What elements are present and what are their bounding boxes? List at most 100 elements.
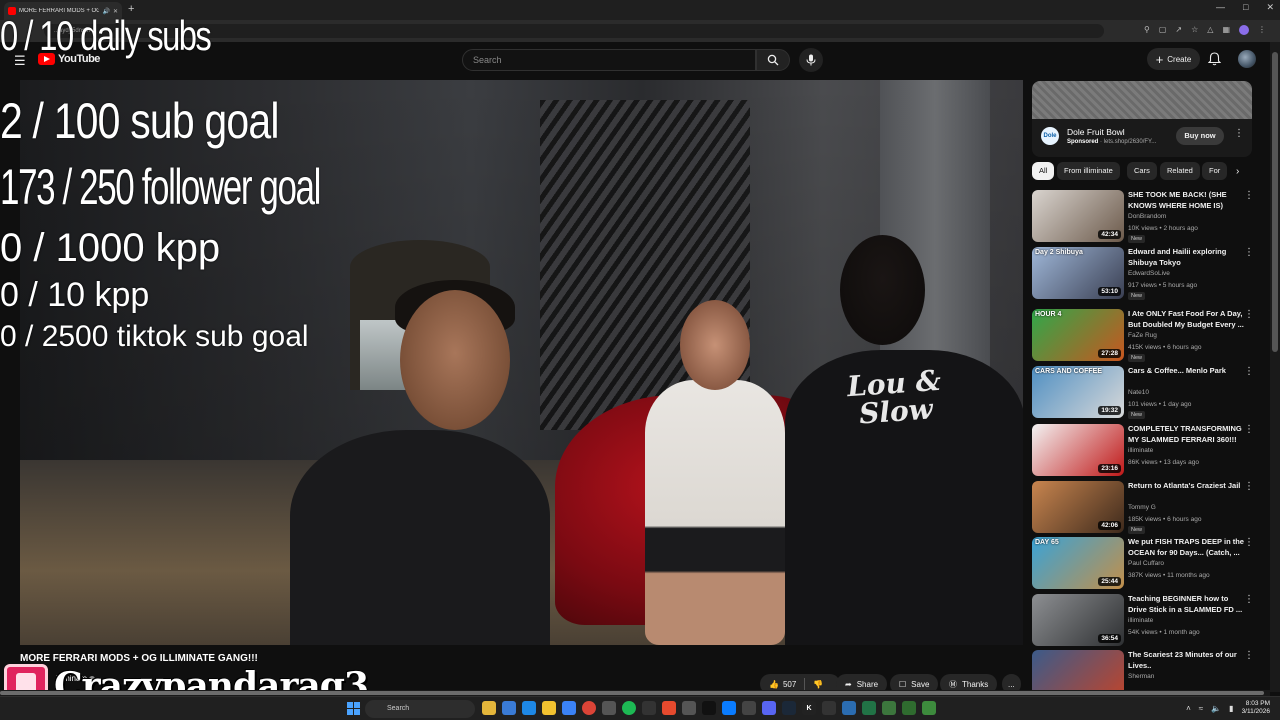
more-options-icon[interactable]: ⋮ [1244, 481, 1254, 492]
recommended-video[interactable]: CARS AND COFFEE 19:32 Cars & Coffee... Men… [1032, 366, 1257, 420]
bookmark-star-icon[interactable]: ☆ [1191, 25, 1198, 35]
extensions-icon[interactable]: △ [1207, 25, 1213, 35]
recommended-video[interactable]: DAY 65 25:44 We put FISH TRAPS DEEP in the… [1032, 537, 1257, 591]
recommended-video[interactable]: 36:54 Teaching BEGINNER how to Drive Stic… [1032, 594, 1257, 648]
recommended-video[interactable]: Day 2 Shibuya 53:10 Edward and Hailii expl… [1032, 247, 1257, 301]
recommended-video-title[interactable]: Edward and Hailii exploring Shibuya Toky… [1128, 247, 1244, 268]
recommended-video[interactable]: 42:34 SHE TOOK ME BACK! (SHE KNOWS WHERE … [1032, 190, 1257, 244]
minecraft-icon[interactable] [922, 701, 936, 715]
spotify-icon[interactable] [622, 701, 636, 715]
voice-search-button[interactable] [799, 48, 823, 72]
recommended-video-title[interactable]: COMPLETELY TRANSFORMING MY SLAMMED FERRA… [1128, 424, 1244, 445]
recommended-video-channel[interactable]: illiminate [1128, 617, 1153, 624]
taskbar-app-icon[interactable] [842, 701, 856, 715]
recommended-video-channel[interactable]: EdwardSoLive [1128, 270, 1170, 277]
recommended-video[interactable]: 23:16 COMPLETELY TRANSFORMING MY SLAMMED … [1032, 424, 1257, 478]
recommended-video[interactable]: 42:06 Return to Atlanta's Craziest Jail To… [1032, 481, 1257, 535]
buy-now-button[interactable]: Buy now [1176, 127, 1224, 145]
like-button[interactable]: 👍 507 [769, 680, 796, 689]
more-options-icon[interactable]: ⋮ [1244, 650, 1254, 661]
battery-icon[interactable]: ▮ [1229, 704, 1233, 713]
video-thumbnail[interactable]: 42:06 [1032, 481, 1124, 533]
recommended-video-title[interactable]: I Ate ONLY Fast Food For A Day, But Doub… [1128, 309, 1244, 330]
close-window-icon[interactable]: ✕ [1266, 2, 1274, 13]
chip-related[interactable]: Related [1160, 162, 1200, 180]
taskbar-app-icon[interactable] [722, 701, 736, 715]
taskbar-app-icon[interactable] [482, 701, 496, 715]
more-options-icon[interactable]: ⋮ [1244, 190, 1254, 201]
recommended-video-title[interactable]: Teaching BEGINNER how to Drive Stick in … [1128, 594, 1244, 615]
taskbar-app-icon[interactable] [602, 701, 616, 715]
taskbar-app-icon[interactable] [862, 701, 876, 715]
horizontal-scrollbar-thumb[interactable] [0, 691, 1264, 695]
video-thumbnail[interactable]: 23:16 [1032, 424, 1124, 476]
more-options-icon[interactable]: ⋮ [1244, 247, 1254, 258]
more-options-icon[interactable]: ⋮ [1244, 424, 1254, 435]
chevron-right-icon[interactable]: › [1236, 166, 1239, 177]
chip-cars[interactable]: Cars [1127, 162, 1157, 180]
page-scrollbar[interactable] [1270, 42, 1280, 692]
recommended-video-channel[interactable]: DonBrandom [1128, 213, 1166, 220]
chip-all[interactable]: All [1032, 162, 1055, 180]
clock[interactable]: 8:03 PM 3/11/2026 [1242, 700, 1270, 716]
taskbar-app-icon[interactable]: K [802, 701, 816, 715]
taskbar-app-icon[interactable] [522, 701, 536, 715]
tiktok-icon[interactable] [702, 701, 716, 715]
zoom-icon[interactable]: ⚲ [1144, 25, 1150, 35]
minimize-icon[interactable]: — [1216, 2, 1225, 13]
recommended-video[interactable]: HOUR 4 27:28 I Ate ONLY Fast Food For A Da… [1032, 309, 1257, 363]
steam-icon[interactable] [782, 701, 796, 715]
video-thumbnail[interactable]: Day 2 Shibuya 53:10 [1032, 247, 1124, 299]
taskbar-app-icon[interactable] [682, 701, 696, 715]
recommended-video-title[interactable]: Return to Atlanta's Craziest Jail [1128, 481, 1244, 492]
recommended-video-channel[interactable]: Nate10 [1128, 389, 1149, 396]
file-explorer-icon[interactable] [542, 701, 556, 715]
scrollbar-thumb[interactable] [1272, 52, 1278, 352]
create-button[interactable]: + Create [1147, 48, 1200, 70]
discord-icon[interactable] [762, 701, 776, 715]
taskbar-app-icon[interactable] [902, 701, 916, 715]
taskbar-app-icon[interactable] [562, 701, 576, 715]
browser-profile-avatar[interactable] [1239, 25, 1249, 35]
video-thumbnail[interactable]: CARS AND COFFEE 19:32 [1032, 366, 1124, 418]
recommended-video-title[interactable]: Cars & Coffee... Menlo Park [1128, 366, 1244, 377]
search-input[interactable]: Search [462, 49, 756, 71]
recommended-video-channel[interactable]: Tommy G [1128, 504, 1156, 511]
more-options-icon[interactable]: ⋮ [1244, 366, 1254, 377]
recommended-video-channel[interactable]: illiminate [1128, 447, 1153, 454]
sidepanel-icon[interactable]: ▦ [1222, 25, 1230, 35]
notifications-bell-icon[interactable] [1208, 52, 1221, 66]
taskbar-app-icon[interactable] [882, 701, 896, 715]
thumbs-down-icon[interactable]: 👎 [813, 680, 823, 689]
more-options-icon[interactable]: ⋮ [1244, 309, 1254, 320]
cast-icon[interactable]: ▢ [1159, 25, 1167, 35]
recommended-video-title[interactable]: We put FISH TRAPS DEEP in the OCEAN for … [1128, 537, 1244, 558]
video-thumbnail[interactable]: HOUR 4 27:28 [1032, 309, 1124, 361]
chip-from-illiminate[interactable]: From illiminate [1057, 162, 1120, 180]
recommended-video-title[interactable]: SHE TOOK ME BACK! (SHE KNOWS WHERE HOME … [1128, 190, 1244, 211]
recommended-video-channel[interactable]: FaZe Rug [1128, 332, 1157, 339]
ad-banner-image[interactable] [1032, 81, 1252, 119]
video-thumbnail[interactable]: 42:34 [1032, 190, 1124, 242]
windows-start-icon[interactable] [347, 702, 360, 715]
recommended-video-channel[interactable]: Sherman [1128, 673, 1154, 680]
search-button[interactable] [756, 49, 790, 71]
wifi-icon[interactable]: ≈ [1199, 704, 1203, 713]
video-thumbnail[interactable]: DAY 65 25:44 [1032, 537, 1124, 589]
volume-icon[interactable]: 🔈 [1211, 704, 1221, 713]
taskbar-app-icon[interactable] [742, 701, 756, 715]
video-thumbnail[interactable]: 36:54 [1032, 594, 1124, 646]
recommended-video-title[interactable]: The Scariest 23 Minutes of our Lives.. [1128, 650, 1244, 671]
maximize-icon[interactable]: □ [1243, 2, 1248, 13]
tray-chevron-icon[interactable]: ˄ [1186, 704, 1191, 713]
ad-more-icon[interactable]: ⋮ [1234, 128, 1244, 139]
taskbar-app-icon[interactable] [642, 701, 656, 715]
taskbar-app-icon[interactable] [662, 701, 676, 715]
share-page-icon[interactable]: ↗ [1175, 25, 1182, 35]
browser-menu-icon[interactable]: ⋮ [1258, 25, 1266, 35]
more-options-icon[interactable]: ⋮ [1244, 594, 1254, 605]
recommended-video-channel[interactable]: Paul Cuffaro [1128, 560, 1164, 567]
chip-for[interactable]: For [1202, 162, 1228, 180]
chrome-icon[interactable] [582, 701, 596, 715]
taskbar-app-icon[interactable] [502, 701, 516, 715]
